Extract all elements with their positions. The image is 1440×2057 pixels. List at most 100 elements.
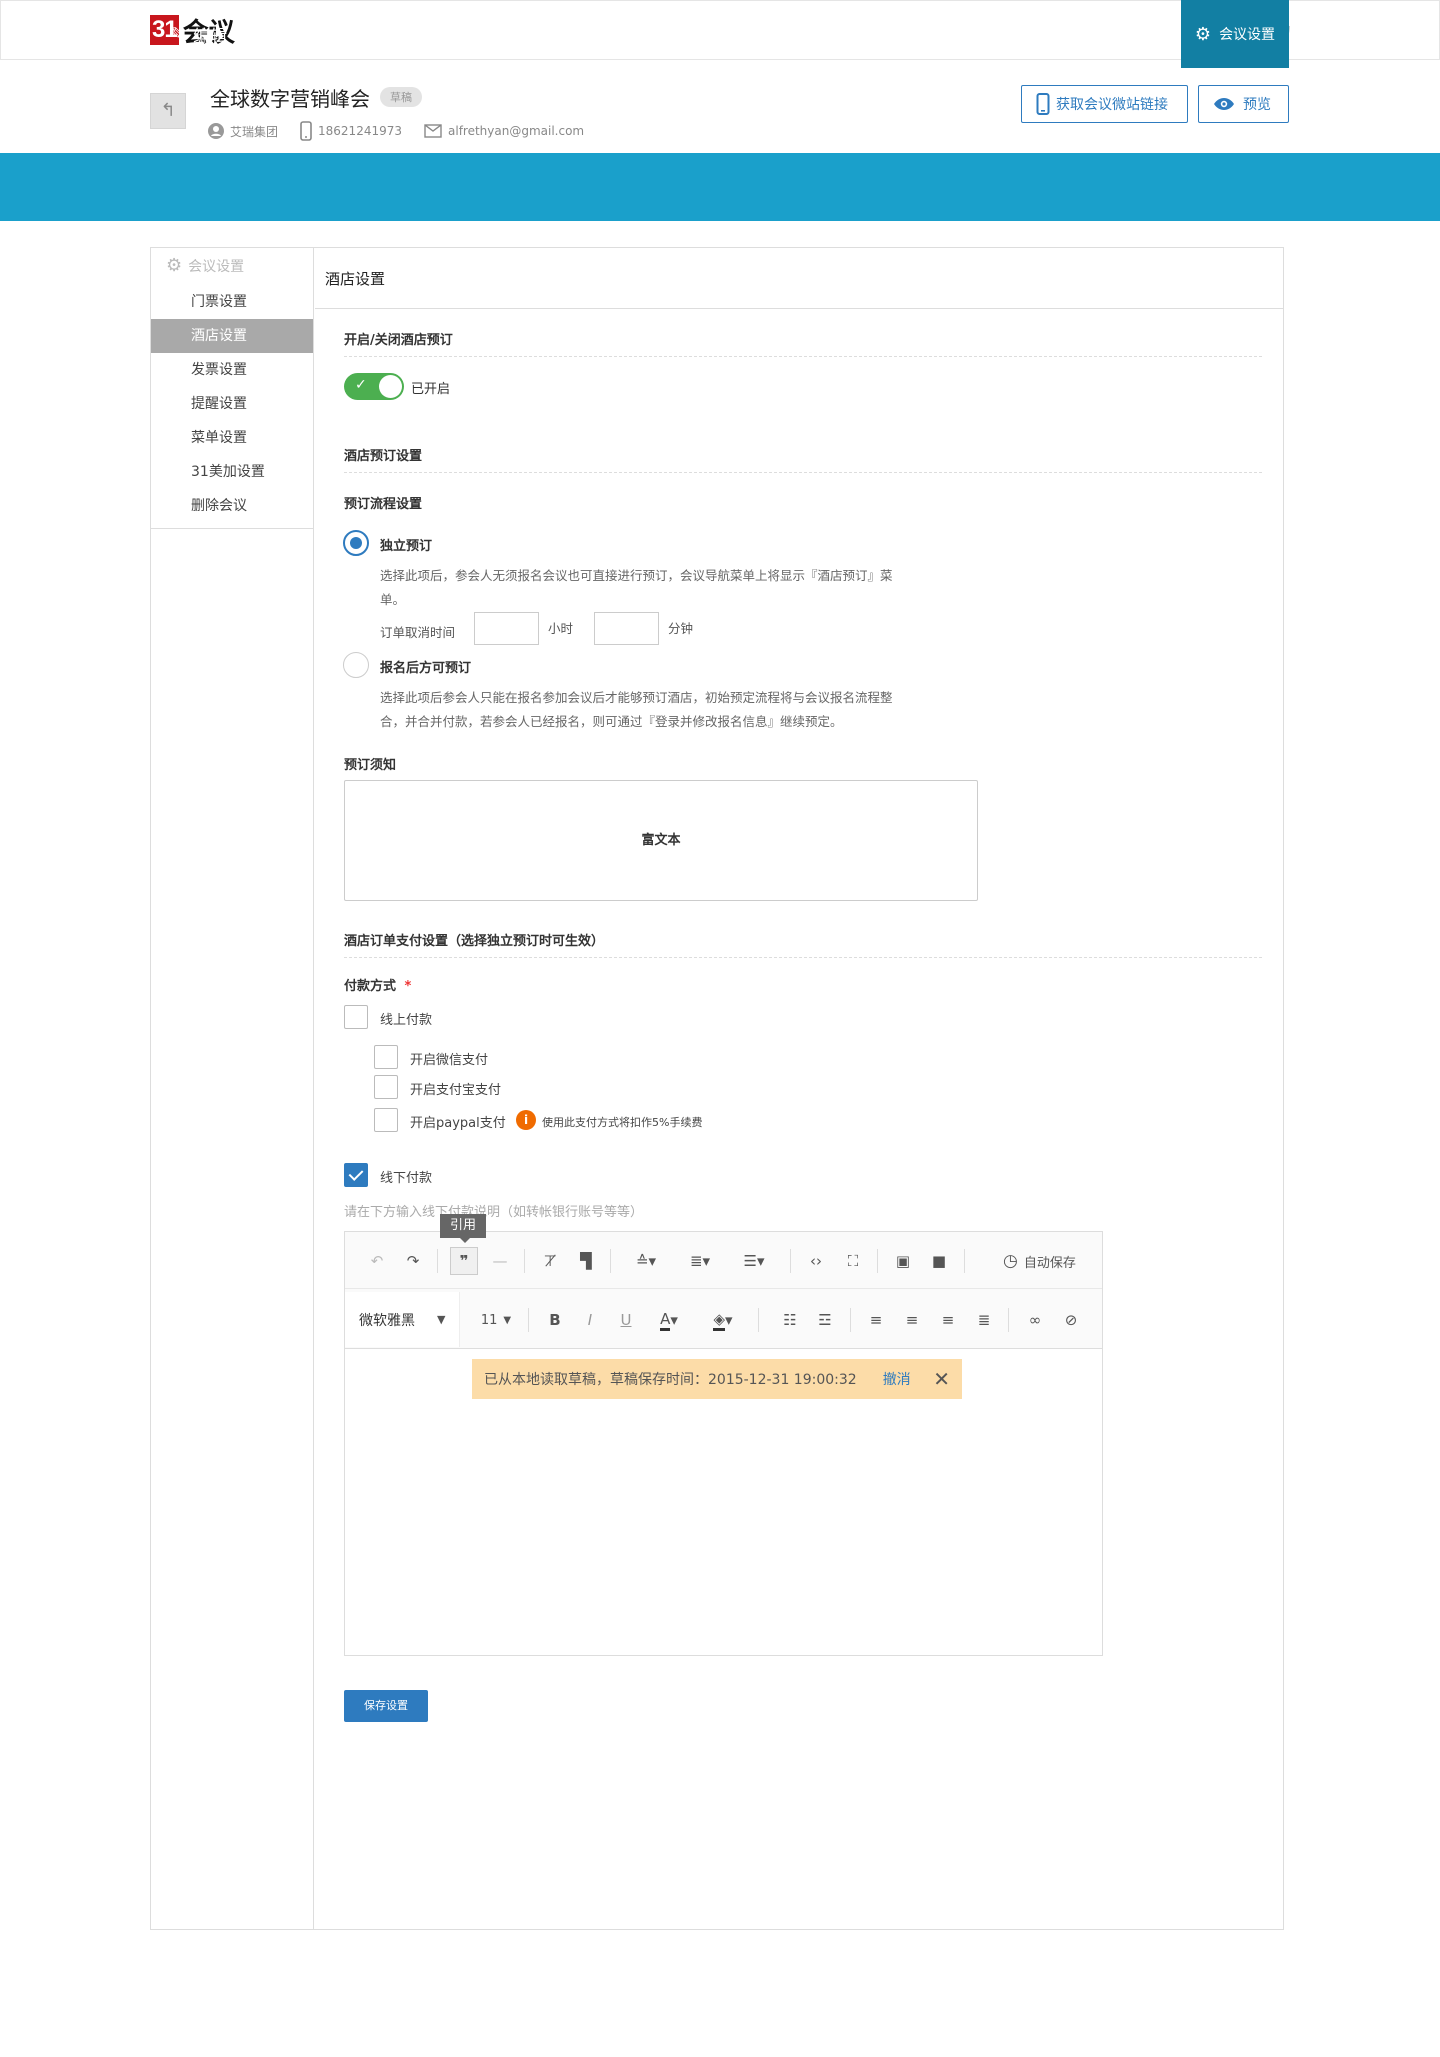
unlink-icon[interactable]: ⊘ [1059,1308,1083,1332]
nav-conference-settings[interactable]: ⚙ 会议设置 [1181,0,1289,68]
nav-manage-label: 管理 [408,26,443,47]
email-info: alfrethyan@gmail.com [424,124,584,138]
gear-icon: ⚙ [384,23,401,45]
quote-icon[interactable]: ❞ [450,1247,478,1275]
code-icon[interactable]: ‹› [803,1249,829,1273]
status-badge: 草稿 [380,87,422,107]
autosave-control[interactable]: ◷ 自动保存 [1003,1249,1093,1273]
main-nav [0,153,1440,221]
info-icon[interactable]: i [516,1110,536,1130]
indent-icon[interactable]: ☰▾ [736,1249,772,1273]
notice-text: 已从本地读取草稿，草稿保存时间：2015-12-31 19:00:32 [484,1372,857,1388]
required-mark: * [404,979,412,994]
sidebar-item-invoice[interactable]: 发票设置 [151,353,313,387]
nav-design[interactable]: 🖌 设计 [278,0,343,68]
font-color-icon[interactable]: A ▾ [650,1308,688,1332]
link-icon[interactable]: ∞ [1023,1308,1047,1332]
bold-icon[interactable]: B [543,1308,567,1332]
align-right-icon[interactable]: ≡ [936,1308,960,1332]
underline-icon[interactable]: U [614,1308,638,1332]
notice-undo-link[interactable]: 撤消 [883,1369,911,1389]
toolbar-separator [437,1249,438,1273]
italic-icon[interactable]: I [578,1308,602,1332]
sidebar-item-hotel[interactable]: 酒店设置 [151,319,313,353]
back-arrow-icon: ↰ [160,100,176,121]
horizontal-rule-icon[interactable]: — [488,1249,512,1273]
paypal-label: 开启paypal支付 [410,1116,506,1131]
image-icon[interactable]: ▣ [891,1249,915,1273]
bullet-list-icon[interactable]: ☷ [778,1308,802,1332]
toolbar-separator [964,1249,965,1273]
align-left-icon[interactable]: ≡ [864,1308,888,1332]
numbered-list-icon[interactable]: ☲ [813,1308,837,1332]
nav-promote-label: 推广 [516,26,551,47]
redo-icon[interactable]: ↷ [401,1249,425,1273]
wechat-pay-label: 开启微信支付 [410,1053,489,1068]
highlight-color-icon[interactable]: ◈ ▾ [702,1308,744,1332]
independent-booking-label: 独立预订 [380,539,433,554]
toolbar-separator [758,1308,759,1332]
nav-manage[interactable]: ⚙ 管理 [384,0,442,68]
alipay-checkbox[interactable] [374,1075,398,1099]
paypal-fee-note: 使用此支付方式将扣作5%手续费 [542,1116,703,1129]
divider [344,957,1262,958]
close-icon[interactable]: ✕ [933,1367,950,1391]
sidebar-item-menu[interactable]: 菜单设置 [151,421,313,455]
conference-title: 全球数字营销峰会 [210,87,370,111]
booking-flow-label: 预订流程设置 [344,497,423,512]
gear-icon: ⚙ [1194,23,1212,45]
org-info: 艾瑞集团 [208,123,278,140]
toolbar-separator [524,1249,525,1273]
toolbar-separator [610,1249,611,1273]
sidebar-item-tickets[interactable]: 门票设置 [151,285,313,319]
booking-notice-label: 预订须知 [344,758,397,773]
line-height-icon[interactable]: ≙▾ [628,1249,664,1273]
preview-button[interactable]: 预览 [1198,85,1289,123]
cancel-hours-input[interactable] [474,612,539,645]
toolbar-separator [790,1249,791,1273]
video-icon[interactable]: ■ [927,1249,951,1273]
content-header [315,247,1284,309]
hotel-booking-toggle[interactable]: ✓ [344,373,404,400]
align-center-icon[interactable]: ≡ [900,1308,924,1332]
online-payment-checkbox[interactable] [344,1005,368,1029]
radio-independent-booking[interactable] [343,530,369,556]
paragraph-spacing-icon[interactable]: ≣▾ [682,1249,718,1273]
align-justify-icon[interactable]: ≣ [972,1308,996,1332]
sidebar-item-31meijia[interactable]: 31美加设置 [151,455,313,489]
cancel-minutes-input[interactable] [594,612,659,645]
settings-panel [150,247,1284,1930]
undo-icon[interactable]: ↶ [365,1249,389,1273]
save-settings-button[interactable]: 保存设置 [344,1690,428,1722]
toolbar-separator [877,1249,878,1273]
toolbar-separator [1008,1308,1009,1332]
divider [344,356,1262,357]
clear-format-icon[interactable]: ⊤̸ [538,1249,562,1273]
after-registration-desc-2: 合，并合并付款，若参会人已经报名，则可通过『登录并修改报名信息』继续预定。 [380,714,843,729]
org-name: 艾瑞集团 [230,124,279,139]
minutes-unit: 分钟 [668,621,694,636]
nav-promote[interactable]: ❍ 推广 [492,0,550,68]
wechat-pay-checkbox[interactable] [374,1045,398,1069]
sidebar-heading: ⚙ 会议设置 [166,255,244,276]
format-painter-icon[interactable]: ▜ [574,1249,598,1273]
font-family-select[interactable]: 微软雅黑 ▼ [345,1292,460,1347]
after-registration-desc-1: 选择此项后参会人只能在报名参加会议后才能够预订酒店，初始预定流程将与会议报名流程… [380,690,893,705]
draft-restored-notice: 已从本地读取草稿，草稿保存时间：2015-12-31 19:00:32 撤消 ✕ [472,1359,962,1399]
nav-edit[interactable]: ✎ 编辑 [170,0,227,68]
independent-booking-desc-2: 单。 [380,592,406,607]
sidebar-item-delete[interactable]: 删除会议 [151,489,313,523]
person-icon [208,123,224,139]
quote-tooltip: 引用 [440,1214,487,1243]
paypal-checkbox[interactable] [374,1108,398,1132]
back-button[interactable]: ↰ [150,93,186,129]
font-size-select[interactable]: 11 ▼ [476,1308,516,1332]
get-site-link-button[interactable]: 获取会议微站链接 [1021,85,1188,123]
brush-icon: 🖌 [278,23,301,45]
nav-settings-label: 会议设置 [1219,27,1276,43]
fullscreen-icon[interactable]: ⛶ [841,1249,865,1273]
offline-payment-checkbox[interactable] [344,1163,368,1187]
radio-after-registration[interactable] [343,652,369,678]
sidebar-item-reminder[interactable]: 提醒设置 [151,387,313,421]
sidebar-heading-label: 会议设置 [188,258,245,275]
